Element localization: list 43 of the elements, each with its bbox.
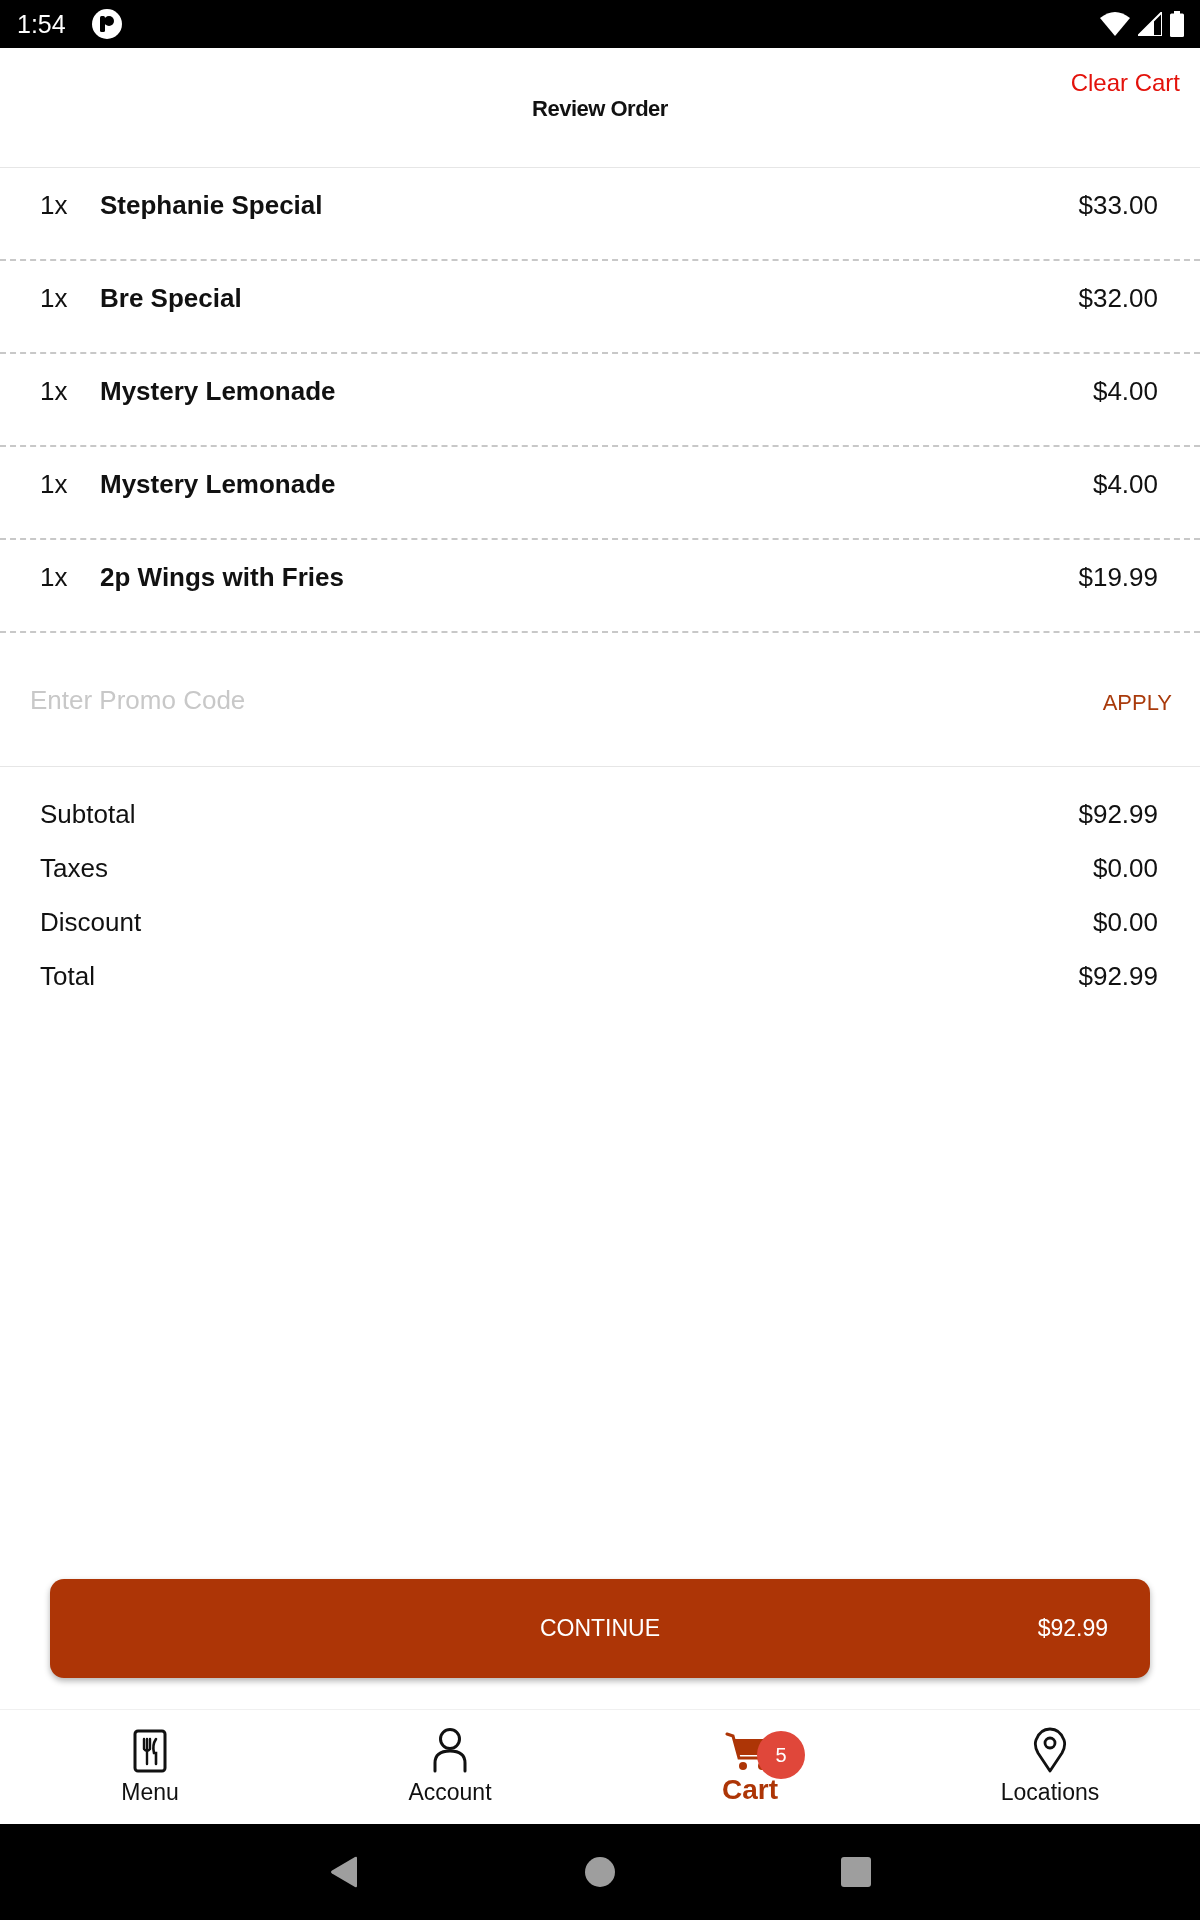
item-quantity: 1x — [40, 375, 69, 407]
summary-value: $92.99 — [1078, 797, 1158, 831]
item-quantity: 1x — [40, 561, 69, 593]
status-time: 1:54 — [17, 11, 66, 37]
item-quantity: 1x — [40, 468, 69, 500]
item-name: Bre Special — [100, 282, 242, 314]
back-icon[interactable] — [329, 1856, 359, 1888]
item-price: $19.99 — [1078, 561, 1158, 593]
wifi-icon — [1100, 12, 1130, 36]
cart-count-badge: 5 — [757, 1731, 805, 1779]
summary-value: $92.99 — [1078, 959, 1158, 993]
summary-label: Total — [40, 959, 95, 993]
item-quantity: 1x — [40, 189, 69, 221]
home-icon[interactable] — [585, 1857, 615, 1887]
item-price: $32.00 — [1078, 282, 1158, 314]
person-icon — [432, 1727, 468, 1773]
menu-card-icon — [133, 1729, 167, 1773]
item-name: Mystery Lemonade — [100, 375, 336, 407]
cell-signal-icon — [1138, 12, 1162, 36]
item-price: $4.00 — [1092, 468, 1158, 500]
summary-value: $0.00 — [1092, 851, 1158, 885]
continue-amount: $92.99 — [1036, 1614, 1109, 1644]
item-price: $4.00 — [1092, 375, 1158, 407]
nav-tab[interactable]: Locations — [900, 1710, 1200, 1824]
summary-label: Subtotal — [40, 797, 136, 831]
app-notification-icon — [91, 9, 122, 39]
battery-icon — [1170, 11, 1184, 37]
item-quantity: 1x — [40, 282, 69, 314]
summary-value: $0.00 — [1092, 905, 1158, 939]
page-title: Review Order — [532, 95, 668, 123]
nav-tab[interactable]: 5 Cart — [600, 1710, 900, 1824]
map-pin-icon — [1033, 1727, 1067, 1773]
clear-cart-button[interactable]: Clear Cart — [1070, 68, 1180, 98]
item-name: 2p Wings with Fries — [100, 561, 344, 593]
summary-label: Discount — [40, 905, 142, 939]
nav-tab[interactable]: Account — [300, 1710, 600, 1824]
item-name: Stephanie Special — [100, 189, 323, 221]
apply-button[interactable]: APPLY — [1102, 687, 1172, 718]
item-price: $33.00 — [1078, 189, 1158, 221]
summary-label: Taxes — [40, 851, 108, 885]
item-name: Mystery Lemonade — [100, 468, 336, 500]
continue-button[interactable]: CONTINUE $92.99 — [50, 1579, 1150, 1678]
nav-tab[interactable]: Menu — [0, 1710, 300, 1824]
